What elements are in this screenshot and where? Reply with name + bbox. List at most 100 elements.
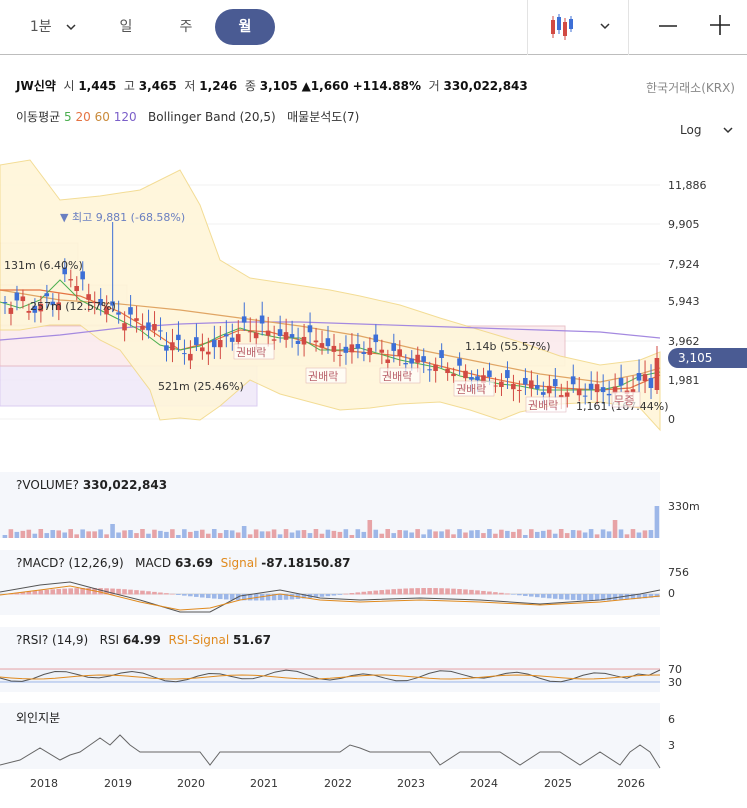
volume-profile-label: 131m (6.40%) — [4, 259, 83, 272]
rsi-label: RSI — [99, 633, 120, 647]
macd-histogram-bar — [409, 588, 414, 595]
macd-histogram-bar — [361, 591, 367, 595]
volume-bar — [636, 532, 642, 538]
macd-histogram-bar — [540, 594, 546, 598]
volume-bar — [624, 534, 630, 538]
macd-histogram-bar — [558, 594, 564, 600]
candle-body — [451, 373, 456, 377]
volume-bar — [265, 531, 271, 538]
volume-bar — [642, 530, 648, 538]
volume-bar — [331, 530, 337, 538]
macd-histogram-bar — [582, 594, 588, 601]
volume-bar — [403, 530, 408, 538]
volume-bar — [146, 533, 151, 538]
rsi-title[interactable]: ?RSI? (14,9) RSI 64.99 RSI-Signal 51.67 — [16, 633, 271, 647]
volume-bar — [546, 529, 552, 538]
price-axis-label: 3,962 — [668, 335, 700, 348]
macd-value: 63.69 — [174, 556, 213, 570]
volume-bar — [349, 534, 355, 538]
candle-body — [546, 385, 552, 394]
volume-bar — [253, 529, 259, 538]
candle-body — [8, 307, 14, 314]
candle-body — [403, 363, 408, 365]
macd-histogram-bar — [44, 589, 50, 595]
candle-body — [511, 383, 516, 390]
candle-body — [606, 393, 612, 396]
candle-body — [517, 389, 522, 391]
volume-bar — [325, 529, 331, 538]
volume-bar — [295, 530, 301, 538]
candle-body — [552, 379, 558, 387]
macd-histogram-bar — [475, 590, 480, 595]
volume-bar — [289, 532, 295, 538]
macd-signal-label: Signal — [220, 556, 258, 570]
candle-body — [529, 380, 534, 389]
macd-histogram-bar — [128, 589, 133, 595]
foreign-title[interactable]: 외인지분 — [16, 709, 60, 726]
volume-bar — [8, 529, 14, 538]
volume-bar — [367, 520, 373, 538]
macd-histogram-bar — [588, 594, 594, 601]
volume-bar — [505, 530, 510, 538]
macd-histogram-bar — [32, 590, 38, 595]
macd-label: MACD — [135, 556, 172, 570]
candle-body — [140, 325, 145, 330]
volume-bar — [14, 531, 20, 538]
volume-bar — [463, 532, 468, 538]
volume-bar — [487, 529, 492, 538]
candle-body — [475, 376, 480, 381]
candle-body — [582, 395, 588, 397]
candle-body — [505, 370, 510, 379]
volume-bar — [200, 529, 205, 538]
x-axis-label: 2021 — [250, 777, 278, 790]
foreign-axis-label: 6 — [668, 713, 675, 726]
macd-histogram-bar — [379, 590, 385, 595]
volume-bar — [648, 530, 654, 538]
volume-bar — [110, 524, 115, 538]
rsi-axis-label: 70 — [668, 663, 682, 676]
volume-bar — [427, 529, 432, 538]
volume-title-label: ?VOLUME? — [16, 478, 79, 492]
candle-body — [277, 329, 283, 336]
candle-body — [337, 354, 343, 356]
volume-bar — [194, 530, 199, 538]
volume-bar — [445, 529, 450, 538]
macd-histogram-bar — [367, 591, 373, 595]
candle-body — [211, 339, 217, 348]
macd-histogram-bar — [188, 594, 193, 597]
price-axis-label: 1,981 — [668, 374, 700, 387]
macd-histogram-bar — [355, 592, 361, 595]
candle-body — [20, 296, 26, 302]
macd-histogram-bar — [38, 590, 44, 595]
price-chart[interactable]: 11,886 9,905 7,924 5,943 3,962 1,981 0 2018 2019… — [0, 0, 747, 808]
macd-histogram-bar — [576, 594, 582, 601]
candle-body — [247, 331, 253, 333]
macd-histogram-bar — [481, 590, 486, 595]
price-axis-label: 7,924 — [668, 258, 700, 271]
candle-body — [158, 330, 163, 332]
price-axis-label: 9,905 — [668, 218, 700, 231]
rsi-value: 64.99 — [122, 633, 161, 647]
volume-bar — [475, 530, 480, 538]
x-axis-label: 2019 — [104, 777, 132, 790]
candle-body — [217, 340, 223, 348]
volume-bar — [564, 533, 570, 538]
candle-body — [188, 353, 193, 361]
foreign-panel-bg — [0, 703, 660, 769]
volume-bar — [499, 529, 504, 538]
candle-body — [325, 338, 331, 347]
candle-body — [576, 389, 582, 396]
volume-bar — [313, 529, 319, 538]
macd-histogram-bar — [529, 594, 534, 597]
volume-bar — [176, 534, 181, 538]
macd-title[interactable]: ?MACD? (12,26,9) MACD 63.69 Signal -87.1… — [16, 556, 351, 570]
macd-histogram-bar — [50, 589, 56, 595]
volume-title[interactable]: ?VOLUME? 330,022,843 — [16, 478, 167, 492]
candle-body — [241, 316, 247, 323]
macd-histogram-bar — [122, 589, 127, 595]
macd-histogram-bar — [511, 594, 516, 595]
volume-bar — [529, 529, 534, 538]
event-marker-label: 권배락 — [382, 370, 412, 383]
volume-profile-label: 521m (25.46%) — [158, 380, 244, 393]
macd-histogram-bar — [158, 592, 163, 595]
